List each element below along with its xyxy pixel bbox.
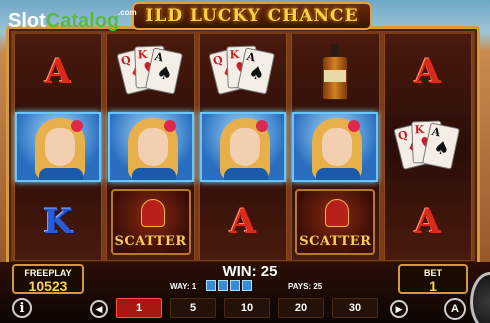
freeplay-balance-box: FREEPLAY 10523 — [12, 264, 84, 294]
letter-a-symbol: A — [414, 52, 441, 93]
reel-grid: A K Q♦ K♥ A♠ SCATTER — [14, 34, 472, 260]
symbol-k: K — [15, 185, 101, 258]
playing-cards-icon: Q♦ K♥ A♠ — [115, 42, 185, 102]
bet-option-30[interactable]: 30 — [332, 298, 378, 318]
winning-way-icons — [206, 280, 252, 291]
game-scene: A K Q♦ K♥ A♠ SCATTER — [0, 0, 490, 323]
autoplay-button[interactable]: A — [444, 298, 466, 320]
bet-prev-button[interactable]: ◀ — [90, 300, 108, 318]
symbol-scatter: SCATTER — [292, 185, 378, 258]
info-icon: i — [19, 300, 25, 316]
lady-mini-icon — [230, 280, 240, 291]
scatter-heart-icon: SCATTER — [110, 188, 191, 255]
freeplay-label: FREEPLAY — [24, 268, 72, 278]
lady-mini-icon — [206, 280, 216, 291]
watermark-suffix: .com — [118, 8, 137, 17]
symbol-bottle — [292, 36, 378, 109]
game-title-plate: ILD LUCKY CHANCE — [132, 2, 372, 30]
playing-cards-icon: Q♦ K♥ A♠ — [393, 117, 462, 177]
bet-next-button[interactable]: ▶ — [390, 300, 408, 318]
symbol-lady-wild — [292, 111, 379, 184]
info-button[interactable]: i — [12, 298, 32, 318]
whiskey-bottle-icon — [320, 44, 350, 101]
win-amount: WIN: 25 — [222, 263, 278, 280]
reel-3: Q♦ K♥ A♠ A — [198, 34, 288, 260]
lady-mini-icon — [218, 280, 228, 291]
watermark-part2: Catalog — [45, 10, 120, 32]
playing-cards-icon: Q♦ K♥ A♠ — [208, 42, 277, 102]
symbol-a: A — [15, 36, 101, 109]
symbol-cards: Q♦ K♥ A♠ — [107, 36, 193, 109]
bet-option-10[interactable]: 10 — [224, 298, 270, 318]
symbol-scatter: SCATTER — [107, 185, 193, 258]
scatter-label: SCATTER — [299, 233, 372, 249]
letter-a-symbol: A — [45, 52, 72, 93]
watermark-logo: SlotCatalog — [8, 10, 119, 33]
symbol-cards: Q♦ K♥ A♠ — [385, 111, 471, 184]
symbol-cards: Q♦ K♥ A♠ — [200, 36, 286, 109]
reel-1: A K — [14, 34, 103, 260]
symbol-lady-wild — [199, 111, 286, 184]
bet-label: BET — [424, 268, 442, 278]
lady-mini-icon — [242, 280, 252, 291]
bet-value: 1 — [429, 278, 437, 294]
symbol-a: A — [385, 185, 471, 258]
reel-2: Q♦ K♥ A♠ SCATTER — [106, 34, 195, 260]
lady-portrait-icon — [107, 111, 194, 182]
chevron-right-icon: ▶ — [395, 303, 403, 314]
spin-button[interactable] — [470, 272, 490, 323]
bet-option-1[interactable]: 1 — [116, 298, 162, 318]
letter-k-symbol: K — [43, 201, 73, 242]
bet-option-20[interactable]: 20 — [278, 298, 324, 318]
chevron-left-icon: ◀ — [95, 303, 103, 314]
symbol-lady-wild — [15, 111, 102, 184]
symbol-a: A — [385, 36, 471, 109]
letter-a-symbol: A — [414, 201, 441, 242]
symbol-lady-wild — [107, 111, 194, 184]
pays-label: PAYS: 25 — [288, 282, 323, 291]
autoplay-icon: A — [451, 303, 459, 315]
lady-portrait-icon — [292, 111, 379, 182]
bet-box: BET 1 — [398, 264, 468, 294]
way-label: WAY: 1 — [170, 282, 197, 291]
game-title: ILD LUCKY CHANCE — [145, 6, 359, 26]
freeplay-value: 10523 — [28, 278, 68, 294]
reel-4: SCATTER — [291, 34, 380, 260]
watermark-part1: Slot — [8, 10, 46, 32]
reel-5: A Q♦ K♥ A♠ A — [383, 34, 472, 260]
letter-a-symbol: A — [229, 201, 257, 242]
symbol-a: A — [200, 185, 286, 258]
lady-portrait-icon — [199, 111, 286, 182]
lady-portrait-icon — [15, 111, 102, 182]
scatter-label: SCATTER — [114, 233, 187, 249]
control-bar: FREEPLAY 10523 WIN: 25 WAY: 1 PAYS: 25 B… — [0, 262, 490, 323]
bet-option-5[interactable]: 5 — [170, 298, 216, 318]
scatter-heart-icon: SCATTER — [295, 188, 376, 255]
